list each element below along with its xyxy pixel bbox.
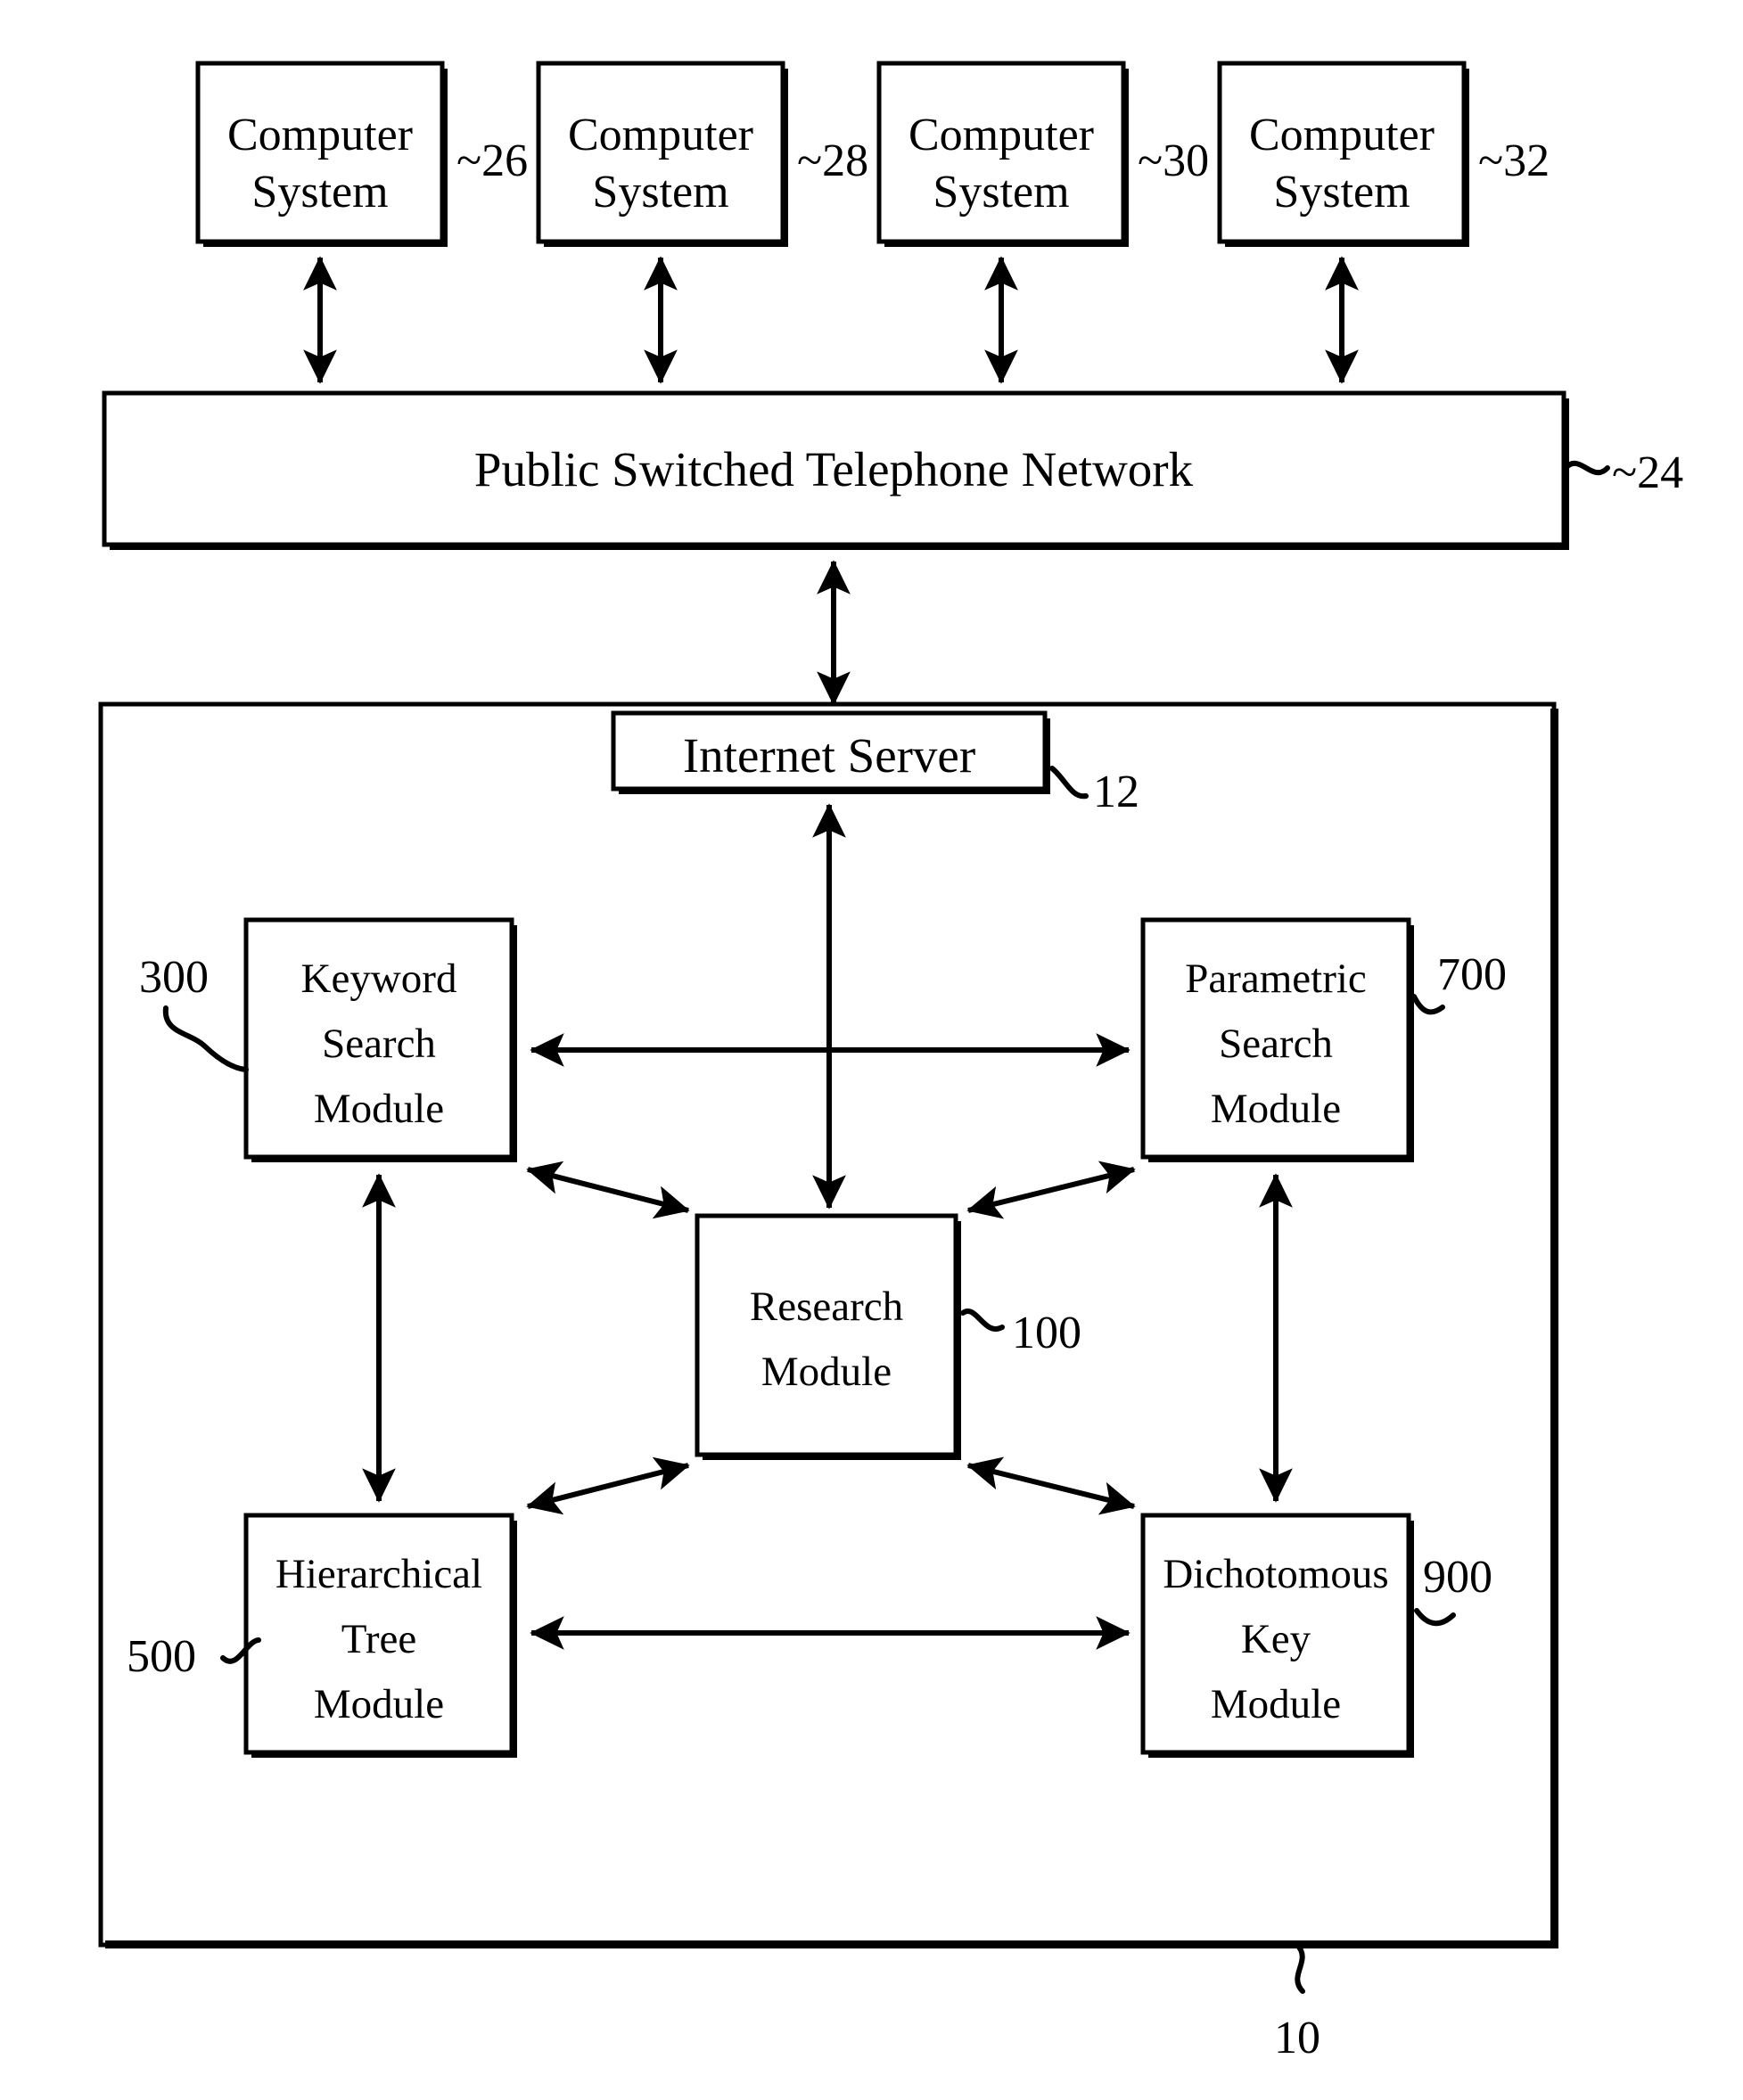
terminal-label-line2: System	[251, 167, 388, 217]
hierarchical-module-line3: Module	[314, 1681, 444, 1727]
figure-canvas: Computer System ~26 Computer System ~28 …	[0, 0, 1743, 2100]
keyword-module-line1: Keyword	[301, 956, 457, 1002]
hierarchical-tree-module-box[interactable]: Hierarchical Tree Module	[243, 1513, 517, 1758]
ref-number-26: ~26	[456, 135, 528, 186]
terminal-label-line1: Computer	[568, 110, 753, 160]
ref-number-32: ~32	[1478, 135, 1550, 186]
leader-line-10	[1295, 1942, 1305, 1994]
research-module-line1: Research	[750, 1284, 903, 1330]
terminal-label-line1: Computer	[227, 110, 413, 160]
dichotomous-module-line2: Key	[1241, 1616, 1311, 1662]
parametric-module-line3: Module	[1211, 1086, 1341, 1132]
parametric-module-line2: Search	[1219, 1021, 1333, 1067]
ref-number-28: ~28	[797, 135, 868, 186]
terminal-box-cs28[interactable]: Computer System	[536, 61, 788, 247]
ref-number-900: 900	[1423, 1552, 1492, 1603]
terminal-label-line2: System	[933, 167, 1069, 217]
dichotomous-module-line1: Dichotomous	[1163, 1551, 1388, 1597]
ref-number-12: 12	[1093, 767, 1139, 817]
terminal-label-line2: System	[1273, 167, 1410, 217]
research-module-line2: Module	[761, 1349, 892, 1395]
terminal-box-cs26[interactable]: Computer System	[195, 61, 448, 247]
dichotomous-module-line3: Module	[1211, 1681, 1341, 1727]
research-module-box[interactable]: Research Module	[695, 1213, 961, 1460]
parametric-module-line1: Parametric	[1185, 956, 1367, 1002]
ref-number-30: ~30	[1138, 135, 1209, 186]
parametric-search-module-box[interactable]: Parametric Search Module	[1140, 917, 1414, 1162]
keyword-search-module-box[interactable]: Keyword Search Module	[243, 917, 517, 1162]
keyword-module-line3: Module	[314, 1086, 444, 1132]
ref-number-700: 700	[1437, 949, 1507, 1000]
dichotomous-key-module-box[interactable]: Dichotomous Key Module	[1140, 1513, 1414, 1758]
hierarchical-module-line1: Hierarchical	[275, 1551, 482, 1597]
terminal-box-cs32[interactable]: Computer System	[1217, 61, 1469, 247]
ref-number-24: ~24	[1612, 447, 1683, 498]
terminal-label-line1: Computer	[1249, 110, 1435, 160]
pstn-band[interactable]: Public Switched Telephone Network	[102, 390, 1569, 550]
terminal-label-line1: Computer	[908, 110, 1094, 160]
leader-line-24	[1563, 460, 1610, 476]
hierarchical-module-line2: Tree	[341, 1616, 416, 1662]
pstn-label: Public Switched Telephone Network	[474, 442, 1194, 496]
block-diagram: Computer System ~26 Computer System ~28 …	[98, 61, 1683, 2063]
ref-number-100: 100	[1012, 1308, 1081, 1358]
ref-number-10: 10	[1274, 2013, 1320, 2063]
terminal-label-line2: System	[592, 167, 728, 217]
internet-server-label: Internet Server	[683, 728, 975, 783]
keyword-module-line2: Search	[322, 1021, 436, 1067]
ref-number-500: 500	[127, 1631, 196, 1682]
terminal-box-cs30[interactable]: Computer System	[876, 61, 1129, 247]
internet-server-box[interactable]: Internet Server	[611, 710, 1050, 794]
ref-number-300: 300	[139, 952, 209, 1003]
